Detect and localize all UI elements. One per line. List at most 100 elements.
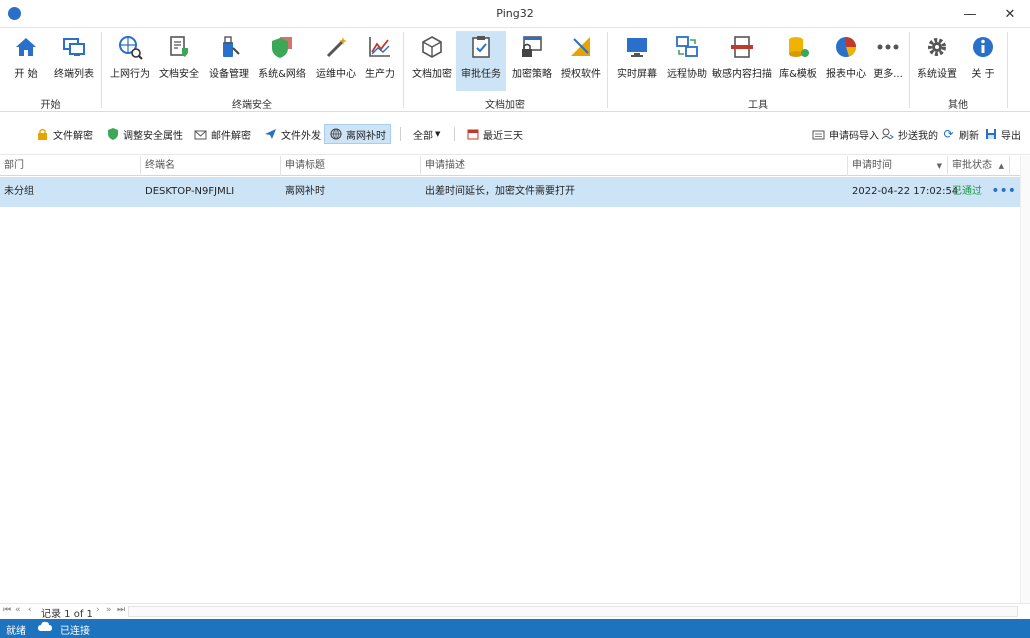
table-row[interactable]: 未分组 DESKTOP-N9FJMLI 离网补时 出差时间延长，加密文件需要打开… — [0, 177, 1020, 207]
ribbon-sensitive-scan-button[interactable]: 敏感内容扫描 — [712, 31, 772, 91]
ribbon: 开 始 终端列表 开始 上网行为 文档安全 设备管理 系统&网络 运维中心 生产… — [0, 28, 1030, 112]
refresh-button[interactable]: ⟳ 刷新 — [938, 124, 983, 144]
sort-asc-icon: ▲ — [998, 162, 1004, 170]
next-page-fast-icon[interactable]: » — [106, 605, 112, 615]
ribbon-more-button[interactable]: 更多... — [871, 31, 905, 91]
import-request-code-button[interactable]: 申请码导入 — [808, 124, 883, 144]
monitors-icon — [63, 38, 85, 56]
home-icon — [16, 38, 36, 56]
ribbon-terminal-list-button[interactable]: 终端列表 — [51, 31, 97, 91]
ribbon-home-button[interactable]: 开 始 — [7, 31, 45, 91]
calendar-icon — [466, 128, 479, 141]
keyboard-icon — [812, 128, 825, 141]
ribbon-report-center-button[interactable]: 报表中心 — [824, 31, 868, 91]
remote-icon — [676, 36, 698, 57]
cell-title: 离网补时 — [285, 186, 325, 197]
shield-icon — [106, 128, 119, 141]
mail-decrypt-button[interactable]: 邮件解密 — [190, 124, 255, 144]
ribbon-live-screen-button[interactable]: 实时屏幕 — [615, 31, 659, 91]
status-bar: 就绪 已连接 — [0, 619, 1030, 638]
lock-window-icon — [522, 36, 542, 57]
ribbon-productivity-button[interactable]: 生产力 — [362, 31, 398, 91]
title-bar: Ping32 — ✕ — [0, 0, 1030, 28]
send-icon — [264, 128, 277, 141]
filter-all-dropdown[interactable]: 全部 ▼ — [409, 124, 444, 144]
cell-dept: 未分组 — [4, 186, 34, 197]
ribbon-system-settings-button[interactable]: 系统设置 — [915, 31, 959, 91]
prev-page-fast-icon[interactable]: « — [15, 605, 21, 615]
file-outgoing-button[interactable]: 文件外发 — [260, 124, 325, 144]
row-more-icon[interactable]: ••• — [991, 177, 1016, 207]
mail-icon — [194, 128, 207, 141]
date-range-button[interactable]: 最近三天 — [462, 124, 527, 144]
ribbon-group-doc-encryption: 文档加密 — [485, 100, 525, 111]
line-chart-icon — [369, 37, 390, 57]
cell-status: 已通过 — [952, 186, 982, 197]
lock-icon — [36, 128, 49, 141]
status-connection: 已连接 — [60, 626, 90, 637]
ribbon-authorized-software-button[interactable]: 授权软件 — [559, 31, 603, 91]
usb-icon — [223, 36, 240, 57]
cloud-icon — [38, 621, 52, 635]
first-page-icon[interactable]: ⏮ — [3, 605, 11, 615]
horizontal-scrollbar[interactable] — [128, 606, 1018, 617]
sort-desc-icon: ▼ — [936, 162, 942, 170]
chevron-down-icon: ▼ — [435, 130, 441, 138]
ribbon-device-mgmt-button[interactable]: 设备管理 — [206, 31, 252, 91]
ribbon-doc-security-button[interactable]: 文档安全 — [157, 31, 201, 91]
close-button[interactable]: ✕ — [990, 0, 1030, 28]
screen-icon — [627, 38, 647, 57]
scan-doc-icon — [731, 36, 753, 58]
export-button[interactable]: 导出 — [980, 124, 1025, 144]
pie-chart-icon — [836, 37, 856, 57]
grid-header: 部门 终端名 申请标题 申请描述 申请时间 ▼ 审批状态 ▲ — [0, 156, 1020, 176]
column-header-status[interactable]: 审批状态 ▲ — [948, 156, 1010, 176]
window-title: Ping32 — [496, 7, 534, 20]
ribbon-group-endpoint-security: 终端安全 — [232, 100, 272, 111]
ribbon-group-other: 其他 — [948, 100, 968, 111]
column-header-time[interactable]: 申请时间 ▼ — [848, 156, 948, 176]
offline-extension-button[interactable]: 离网补时 — [324, 124, 391, 144]
ribbon-remote-assist-button[interactable]: 远程协助 — [665, 31, 709, 91]
globe-icon — [329, 128, 342, 141]
pager: ⏮ « ‹ 记录 1 of 1 › » ⏭ — [0, 603, 1030, 620]
column-header-title[interactable]: 申请标题 — [281, 156, 421, 176]
save-icon — [984, 128, 997, 141]
record-counter: 记录 1 of 1 — [41, 609, 93, 620]
prev-page-icon[interactable]: ‹ — [28, 605, 32, 615]
next-page-icon[interactable]: › — [96, 605, 100, 615]
minimize-button[interactable]: — — [950, 0, 990, 28]
ribbon-doc-encrypt-button[interactable]: 文档加密 — [410, 31, 454, 91]
column-header-terminal[interactable]: 终端名 — [141, 156, 281, 176]
ribbon-library-template-button[interactable]: 库&模板 — [777, 31, 819, 91]
more-dots-icon — [877, 44, 899, 50]
ruler-icon — [571, 37, 590, 56]
ribbon-approval-tasks-button[interactable]: 审批任务 — [456, 31, 506, 91]
cube-icon — [422, 36, 442, 58]
shield-wall-icon — [272, 37, 292, 58]
adjust-security-button[interactable]: 调整安全属性 — [102, 124, 187, 144]
gear-icon — [928, 38, 946, 56]
database-icon — [789, 37, 809, 57]
ribbon-system-network-button[interactable]: 系统&网络 — [258, 31, 306, 91]
wand-icon — [326, 37, 347, 58]
ribbon-about-button[interactable]: 关 于 — [965, 31, 1001, 91]
ribbon-group-tools: 工具 — [748, 100, 768, 111]
ribbon-web-behavior-button[interactable]: 上网行为 — [108, 31, 152, 91]
last-page-icon[interactable]: ⏭ — [117, 605, 125, 615]
doc-shield-icon — [170, 36, 188, 57]
ribbon-group-start: 开始 — [40, 100, 61, 111]
cc-icon — [881, 128, 894, 141]
info-icon — [973, 37, 993, 57]
file-decrypt-button[interactable]: 文件解密 — [32, 124, 97, 144]
cc-to-me-button[interactable]: 抄送我的 — [877, 124, 942, 144]
vertical-scrollbar[interactable] — [1020, 156, 1030, 604]
ribbon-encrypt-policy-button[interactable]: 加密策略 — [510, 31, 554, 91]
column-header-description[interactable]: 申请描述 — [421, 156, 848, 176]
ribbon-ops-center-button[interactable]: 运维中心 — [314, 31, 358, 91]
cell-time: 2022-04-22 17:02:54 — [852, 186, 959, 197]
refresh-icon: ⟳ — [943, 127, 954, 141]
clipboard-check-icon — [472, 36, 490, 58]
column-header-dept[interactable]: 部门 — [0, 156, 141, 176]
cell-terminal: DESKTOP-N9FJMLI — [145, 186, 235, 197]
